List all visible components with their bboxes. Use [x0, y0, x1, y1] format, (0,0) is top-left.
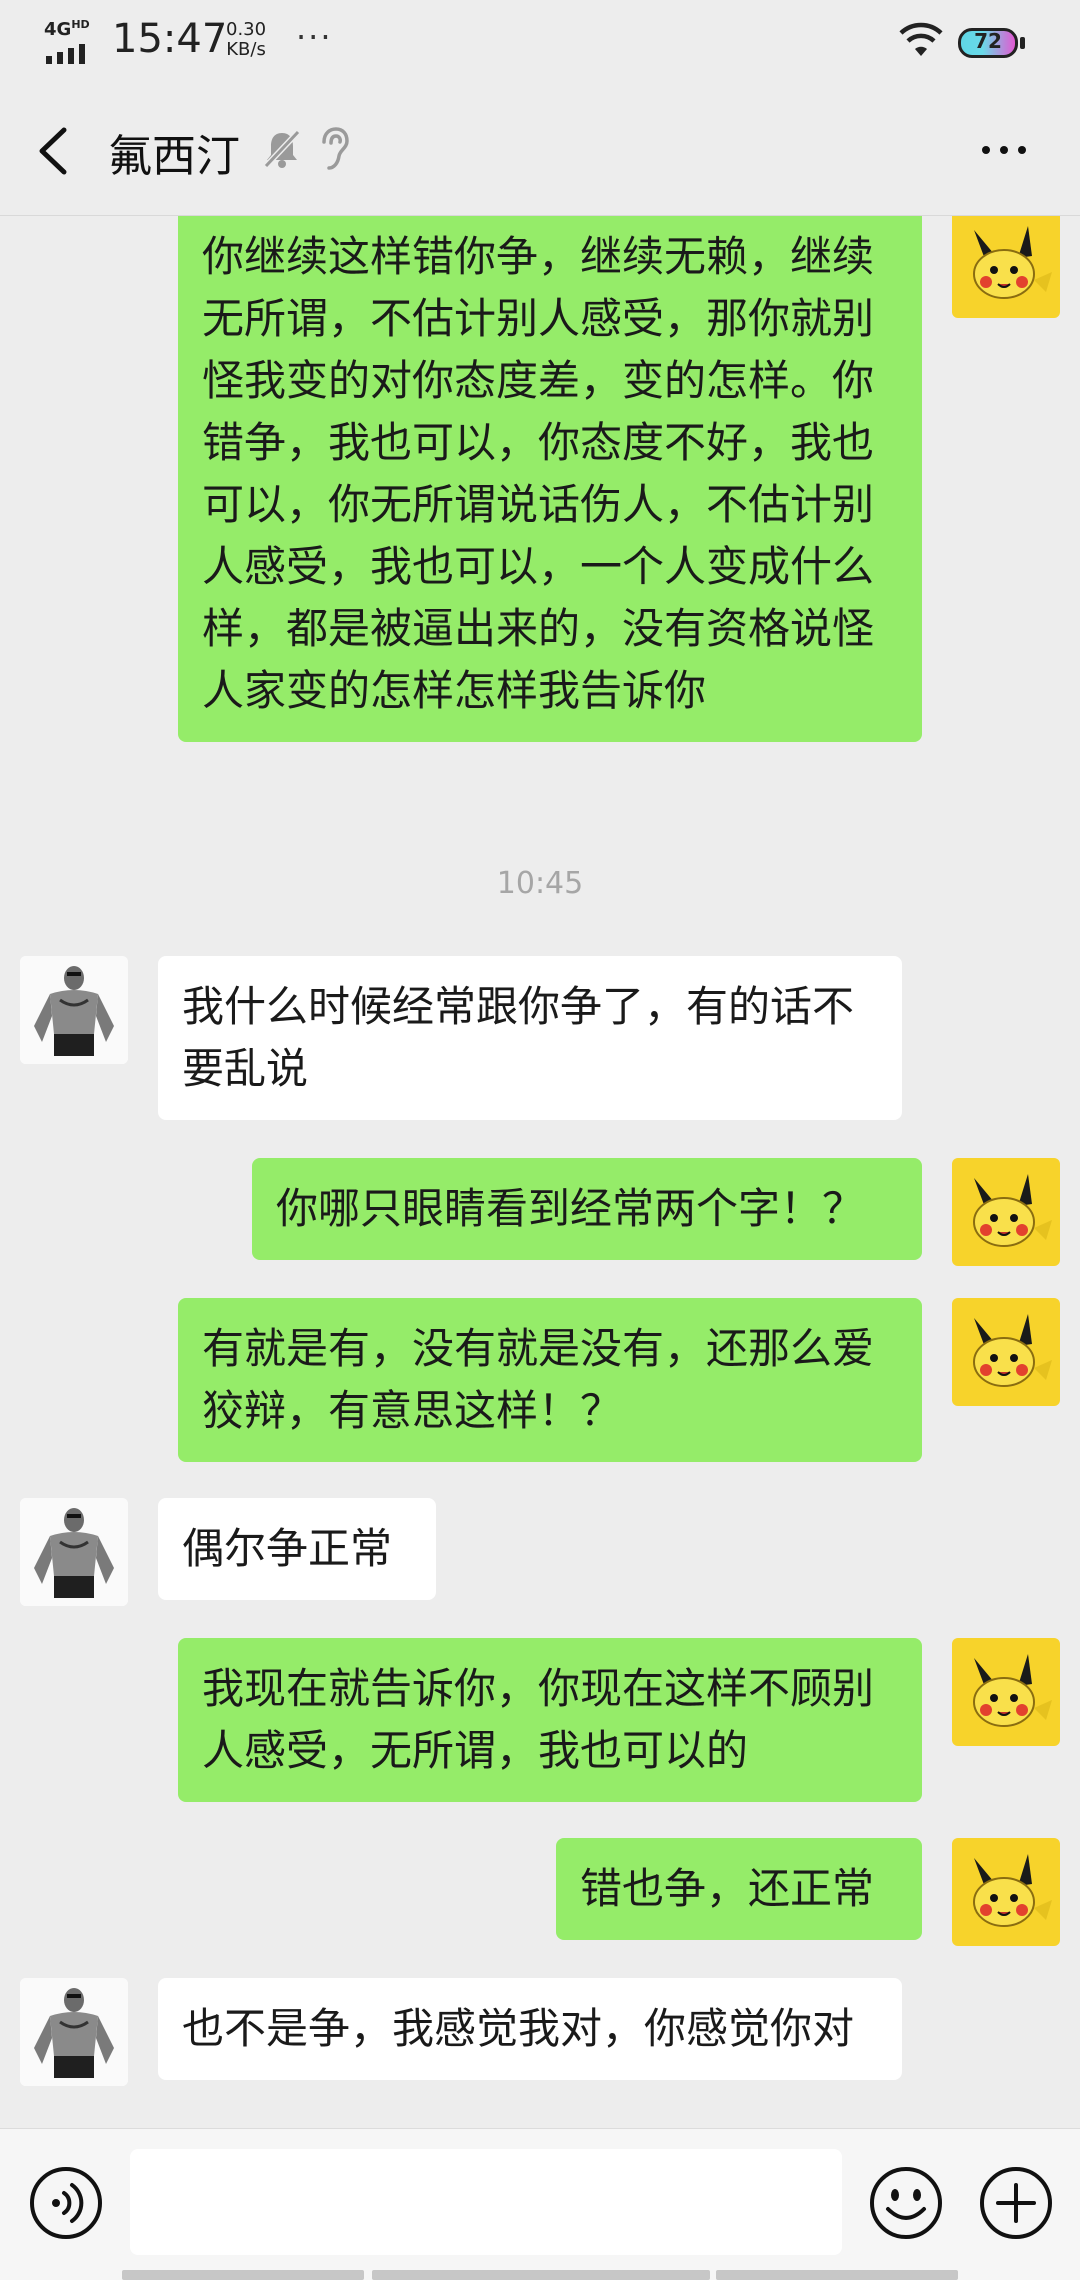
message-bubble-self[interactable]: 我现在就告诉你，你现在这样不顾别人感受，无所谓，我也可以的 — [178, 1638, 922, 1802]
battery-icon: 72 — [958, 28, 1025, 58]
self-avatar[interactable] — [952, 1158, 1060, 1266]
message-bubble-other[interactable]: 我什么时候经常跟你争了，有的话不要乱说 — [158, 956, 902, 1120]
emoji-icon[interactable] — [868, 2165, 944, 2241]
message-bubble-self[interactable]: 你继续这样错你争，继续无赖，继续无所谓，不估计别人感受，那你就别怪我变的对你态度… — [178, 216, 922, 742]
self-avatar[interactable] — [952, 1638, 1060, 1746]
message-bubble-self[interactable]: 有就是有，没有就是没有，还那么爱狡辩，有意思这样！？ — [178, 1298, 922, 1462]
battery-level: 72 — [974, 29, 1002, 53]
signal-icon: 4GHD — [44, 18, 100, 64]
message-bubble-self[interactable]: 你哪只眼睛看到经常两个字！？ — [252, 1158, 922, 1260]
contact-avatar[interactable] — [20, 956, 128, 1064]
back-icon[interactable] — [30, 122, 80, 180]
status-more-icon: ··· — [296, 18, 333, 56]
message-bubble-self[interactable]: 错也争，还正常 — [556, 1838, 922, 1940]
gesture-bar-right — [716, 2270, 958, 2280]
network-type: 4GHD — [44, 18, 90, 40]
contact-avatar[interactable] — [20, 1978, 128, 2086]
message-bubble-other[interactable]: 偶尔争正常 — [158, 1498, 436, 1600]
contact-avatar[interactable] — [20, 1498, 128, 1606]
contact-name[interactable]: 氟西汀 — [108, 120, 240, 184]
gesture-bar-center — [372, 2270, 710, 2280]
voice-icon[interactable] — [28, 2165, 104, 2241]
chat-input-bar — [0, 2128, 1080, 2280]
ear-icon — [322, 127, 349, 170]
pikachu-icon — [973, 1174, 1052, 1247]
chat-header: 氟西汀 — [0, 84, 1080, 216]
network-speed: 0.30 KB/s — [226, 19, 267, 60]
gesture-bar-left — [122, 2270, 364, 2280]
message-list[interactable]: 你继续这样错你争，继续无赖，继续无所谓，不估计别人感受，那你就别怪我变的对你态度… — [0, 216, 1080, 2128]
self-avatar[interactable] — [952, 1838, 1060, 1946]
self-avatar[interactable] — [952, 1298, 1060, 1406]
pikachu-icon — [973, 226, 1052, 299]
mute-bell-icon — [263, 129, 301, 169]
tattooed-man-icon — [20, 1498, 128, 1606]
wifi-icon — [899, 22, 943, 56]
tattooed-man-icon — [20, 1978, 128, 2086]
self-avatar[interactable] — [952, 216, 1060, 318]
pikachu-icon — [973, 1314, 1052, 1387]
plus-icon[interactable] — [978, 2165, 1054, 2241]
pikachu-icon — [973, 1654, 1052, 1727]
message-input[interactable] — [130, 2149, 842, 2255]
more-icon[interactable] — [974, 124, 1034, 176]
status-bar: 4GHD 15:47 0.30 KB/s ··· 72 — [0, 0, 1080, 84]
message-timestamp: 10:45 — [496, 866, 584, 901]
status-time: 15:47 — [112, 16, 228, 62]
pikachu-icon — [973, 1854, 1052, 1927]
tattooed-man-icon — [20, 956, 128, 1064]
message-bubble-other[interactable]: 也不是争，我感觉我对，你感觉你对 — [158, 1978, 902, 2080]
